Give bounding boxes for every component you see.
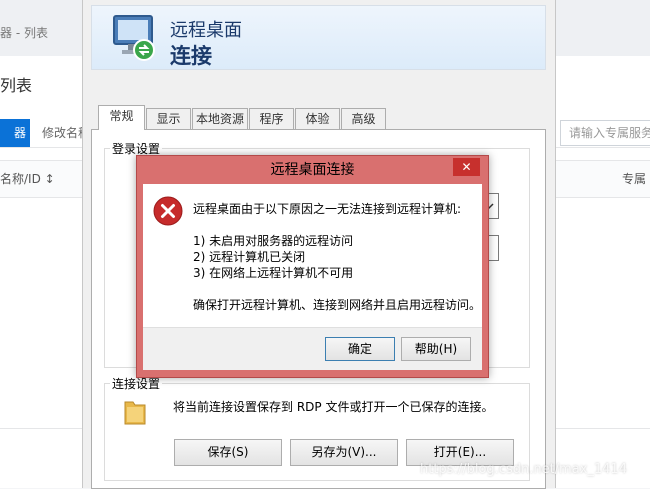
breadcrumb: 器 - 列表 — [0, 26, 48, 40]
error-advice: 确保打开远程计算机、连接到网络并且启用远程访问。 — [193, 298, 482, 312]
column-header-name[interactable]: 名称/ID ↕ — [0, 170, 55, 187]
tab-advanced[interactable]: 高级 — [341, 108, 386, 129]
tab-display[interactable]: 显示 — [146, 108, 191, 129]
ok-button[interactable]: 确定 — [325, 337, 395, 361]
watermark: https://blog.csdn.net/max_1414 — [420, 462, 627, 477]
tab-general[interactable]: 常规 — [98, 105, 145, 130]
rdp-title-line1: 远程桌面 — [170, 20, 242, 41]
dialog-message: 远程桌面由于以下原因之一无法连接到远程计算机: 1) 未启用对服务器的远程访问 … — [193, 201, 481, 313]
close-button[interactable]: ✕ — [453, 158, 480, 176]
dialog-footer: 确定 帮助(H) — [143, 327, 482, 370]
error-intro: 远程桌面由于以下原因之一无法连接到远程计算机: — [193, 202, 462, 216]
page-title: 列表 — [0, 76, 33, 95]
rdp-header: 远程桌面 连接 — [91, 5, 546, 70]
help-button[interactable]: 帮助(H) — [401, 337, 471, 361]
rdp-title-line2: 连接 — [170, 44, 212, 68]
dialog-title: 远程桌面连接 — [270, 162, 355, 178]
reason-2: 2) 远程计算机已关闭 — [193, 250, 306, 264]
save-as-button[interactable]: 另存为(V)... — [290, 439, 398, 466]
tab-experience[interactable]: 体验 — [295, 108, 340, 129]
tab-local-resources[interactable]: 本地资源 — [192, 108, 248, 129]
tab-programs[interactable]: 程序 — [249, 108, 294, 129]
connection-description: 将当前连接设置保存到 RDP 文件或打开一个已保存的连接。 — [173, 400, 494, 414]
rdp-monitor-icon — [113, 15, 155, 61]
dialog-body: 远程桌面由于以下原因之一无法连接到远程计算机: 1) 未启用对服务器的远程访问 … — [143, 184, 482, 327]
reason-1: 1) 未启用对服务器的远程访问 — [193, 234, 354, 248]
save-button[interactable]: 保存(S) — [174, 439, 282, 466]
folder-icon — [124, 401, 146, 425]
error-dialog: 远程桌面连接 ✕ 远程桌面由于以下原因之一无法连接到远程计算机: 1) 未启用对… — [136, 155, 489, 378]
search-input[interactable]: 请输入专属服务 — [560, 120, 650, 146]
reason-3: 3) 在网络上远程计算机不可用 — [193, 266, 354, 280]
console-active-button[interactable]: 器 — [0, 119, 30, 147]
error-icon — [153, 196, 183, 226]
column-header-exclusive: 专属 — [622, 172, 647, 186]
